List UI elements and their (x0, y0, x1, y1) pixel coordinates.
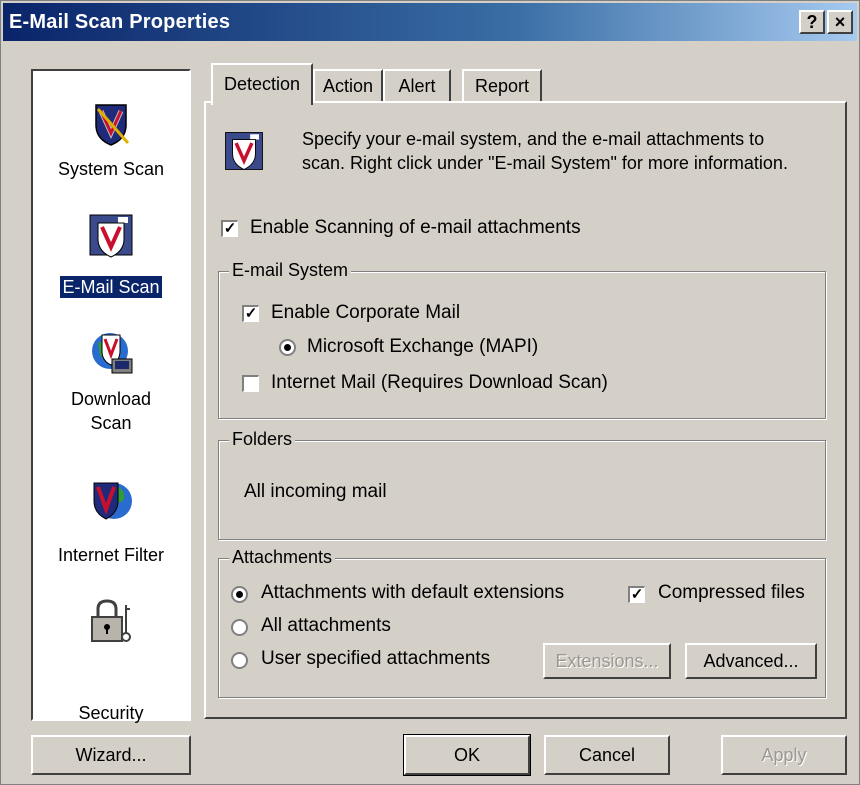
email-shield-icon (89, 214, 133, 258)
description-line-1: Specify your e-mail system, and the e-ma… (302, 129, 765, 149)
attachments-default-radio[interactable] (231, 586, 248, 603)
download-shield-icon (92, 333, 133, 374)
sidebar-item-label: Internet Filter (57, 545, 165, 565)
close-button[interactable]: × (827, 10, 853, 34)
compressed-files-label[interactable]: Compressed files (658, 582, 805, 604)
tab-detection[interactable]: Detection (211, 63, 313, 105)
sidebar: System Scan E-Mail Scan Download Scan In… (31, 69, 191, 723)
folders-group: Folders All incoming mail (218, 429, 826, 540)
extensions-button[interactable]: Extensions... (543, 643, 671, 679)
tab-alert[interactable]: Alert (383, 69, 451, 102)
sidebar-item-label: System Scan (57, 159, 165, 179)
folders-value[interactable]: All incoming mail (244, 481, 387, 503)
attachments-all-label[interactable]: All attachments (261, 615, 391, 637)
email-shield-icon (225, 132, 263, 170)
description-line-2: scan. Right click under "E-mail System" … (302, 153, 788, 173)
folders-title: Folders (229, 429, 296, 450)
globe-shield-icon (93, 482, 132, 520)
enable-scanning-checkbox[interactable]: ✓ (221, 220, 238, 237)
attachments-user-label[interactable]: User specified attachments (261, 648, 490, 670)
tab-action[interactable]: Action (313, 69, 383, 102)
window-title: E-Mail Scan Properties (9, 11, 231, 33)
sidebar-item-security[interactable]: Security (33, 593, 189, 723)
sidebar-item-email-scan[interactable]: E-Mail Scan (33, 201, 189, 305)
sidebar-item-download-scan[interactable]: Download Scan (33, 323, 189, 453)
internet-mail-label[interactable]: Internet Mail (Requires Download Scan) (271, 372, 608, 394)
attachments-all-radio[interactable] (231, 619, 248, 636)
corporate-mail-label[interactable]: Enable Corporate Mail (271, 302, 460, 324)
compressed-files-checkbox[interactable]: ✓ (628, 586, 645, 603)
padlock-key-icon (91, 599, 131, 642)
properties-window: E-Mail Scan Properties ? × System Scan E… (0, 0, 860, 785)
attachments-user-radio[interactable] (231, 652, 248, 669)
sidebar-item-label: Security (78, 703, 144, 723)
sidebar-item-system-scan[interactable]: System Scan (33, 87, 189, 187)
advanced-button[interactable]: Advanced... (685, 643, 817, 679)
email-system-group: E-mail System ✓ Enable Corporate Mail Mi… (218, 260, 826, 419)
detection-panel: Specify your e-mail system, and the e-ma… (204, 101, 847, 719)
wizard-button[interactable]: Wizard... (31, 735, 191, 775)
attachments-default-label[interactable]: Attachments with default extensions (261, 582, 564, 604)
cancel-button[interactable]: Cancel (544, 735, 670, 775)
ok-button[interactable]: OK (403, 734, 531, 776)
sidebar-item-label: Download Scan (70, 389, 152, 433)
exchange-radio[interactable] (279, 339, 296, 356)
title-bar[interactable]: E-Mail Scan Properties ? × (3, 3, 857, 41)
email-system-title: E-mail System (229, 260, 352, 281)
shield-sword-icon (95, 104, 130, 146)
sidebar-item-label: E-Mail Scan (59, 275, 163, 299)
enable-scanning-label[interactable]: Enable Scanning of e-mail attachments (250, 217, 581, 239)
attachments-group: Attachments Attachments with default ext… (218, 547, 826, 698)
sidebar-item-internet-filter[interactable]: Internet Filter (33, 471, 189, 575)
internet-mail-checkbox[interactable] (242, 375, 259, 392)
help-button[interactable]: ? (799, 10, 825, 34)
corporate-mail-checkbox[interactable]: ✓ (242, 305, 259, 322)
attachments-title: Attachments (229, 547, 336, 568)
exchange-label[interactable]: Microsoft Exchange (MAPI) (307, 336, 538, 358)
apply-button[interactable]: Apply (721, 735, 847, 775)
tab-report[interactable]: Report (462, 69, 542, 102)
